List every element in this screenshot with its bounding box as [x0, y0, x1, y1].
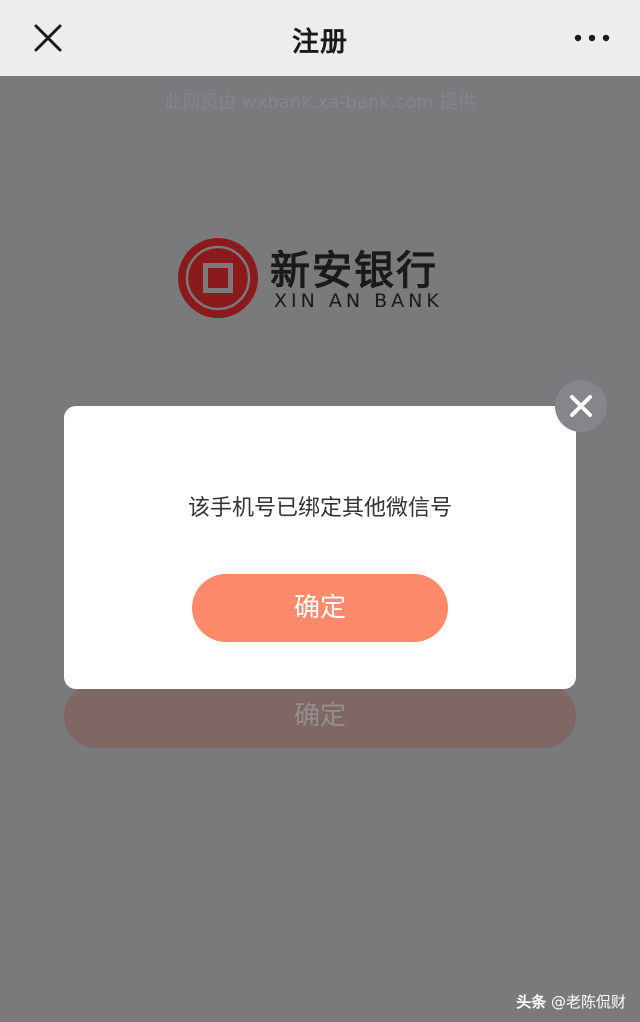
bank-logo: 新安银行 XIN AN BANK [176, 236, 466, 322]
bank-name-en: XIN AN BANK [274, 290, 443, 312]
watermark: 头条 @老陈侃财 [516, 991, 626, 1012]
more-dots-icon[interactable] [572, 26, 612, 50]
watermark-author: @老陈侃财 [550, 993, 626, 1011]
bank-name-cn: 新安银行 [270, 247, 438, 294]
confirm-button-background: 确定 [64, 684, 576, 748]
close-icon[interactable] [555, 380, 607, 432]
provider-note: 此网页由 wxbank.xa-bank.com 提供 [164, 92, 476, 113]
dialog-confirm-button[interactable]: 确定 [192, 574, 448, 642]
watermark-source: 头条 [516, 993, 547, 1011]
page-title: 注册 [292, 27, 348, 58]
dialog-message: 该手机号已绑定其他微信号 [187, 496, 452, 521]
bank-emblem-icon [178, 238, 258, 318]
alert-dialog: 该手机号已绑定其他微信号 确定 [64, 406, 576, 689]
nav-bar: 注册 [0, 0, 640, 76]
